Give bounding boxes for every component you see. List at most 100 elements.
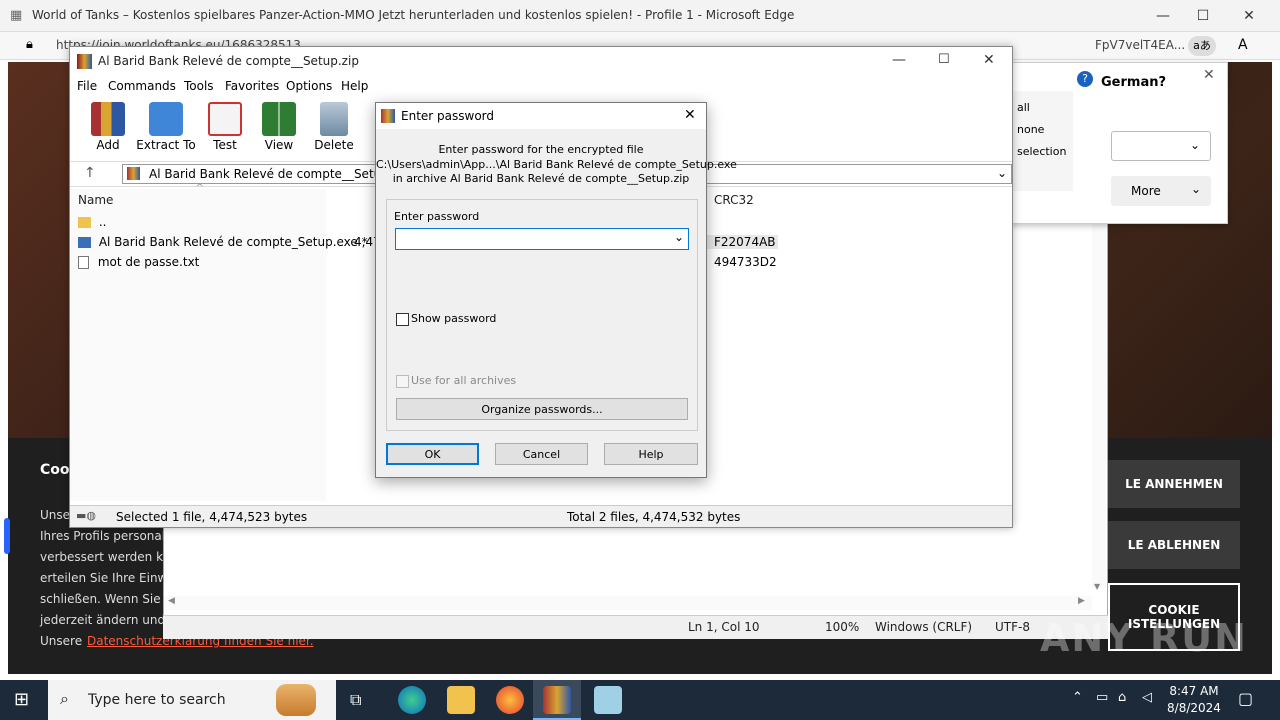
menu-favorites[interactable]: Favorites [225, 79, 279, 93]
winrar-minimize-button[interactable]: — [892, 52, 906, 68]
selection-option[interactable]: selection [1017, 145, 1066, 158]
book-icon [262, 102, 296, 136]
scroll-right-icon[interactable]: ▶ [1078, 596, 1085, 606]
path-text: Al Barid Bank Relevé de compte__Setup.zi… [149, 167, 410, 181]
volume-icon[interactable]: ◁ [1142, 690, 1152, 705]
select-none-option[interactable]: none [1017, 123, 1044, 136]
add-label: Add [96, 138, 120, 152]
edge-window-title: World of Tanks – Kostenlos spielbares Pa… [32, 8, 795, 22]
maximize-button[interactable]: ☐ [1180, 0, 1226, 32]
winrar-maximize-button[interactable]: ☐ [938, 52, 950, 67]
show-password-label: Show password [411, 312, 497, 325]
archive-icon [127, 167, 140, 180]
menu-help[interactable]: Help [341, 79, 368, 93]
password-field-label: Enter password [394, 210, 480, 223]
add-button[interactable]: Add [78, 102, 138, 152]
cancel-button[interactable]: Cancel [495, 443, 588, 465]
column-header-crc[interactable]: CRC32 [714, 193, 754, 207]
windows-start-icon[interactable]: ⊞ [14, 689, 29, 710]
drive-icon: ▬◍ [76, 509, 96, 522]
exe-icon [78, 237, 91, 248]
notepad-scrollbar[interactable]: ▲ ▼ [1092, 208, 1106, 591]
file-name: mot de passe.txt [97, 255, 200, 269]
chevron-down-icon: ⌄ [1190, 138, 1201, 152]
test-label: Test [213, 138, 237, 152]
use-for-all-label: Use for all archives [411, 374, 517, 387]
help-icon[interactable]: ? [1077, 71, 1093, 87]
up-arrow-icon[interactable]: ↑ [84, 165, 96, 181]
reject-cookies-button[interactable]: LE ABLEHNEN [1108, 521, 1240, 569]
password-group: Enter password ⌄ Show password Use for a… [386, 199, 698, 431]
ok-button[interactable]: OK [386, 443, 479, 465]
url-tail-text: FpV7velT4EA... [1095, 38, 1186, 52]
notepad-h-scrollbar[interactable]: ◀ ▶ [164, 596, 1092, 610]
menu-options[interactable]: Options [286, 79, 332, 93]
winrar-close-button[interactable]: ✕ [983, 52, 995, 68]
menu-tools[interactable]: Tools [184, 79, 214, 93]
file-name: .. [98, 215, 107, 229]
close-button[interactable]: ✕ [1226, 0, 1272, 32]
dialog-close-button[interactable]: ✕ [684, 107, 696, 123]
extract-to-label: Extract To [136, 138, 196, 152]
accent-marker [4, 518, 10, 554]
extract-to-button[interactable]: Extract To [136, 102, 196, 152]
password-dialog-title-bar: Enter password ✕ [376, 103, 706, 129]
password-input[interactable]: ⌄ [395, 228, 689, 250]
edge-taskbar-icon[interactable] [398, 686, 426, 714]
network-icon[interactable]: ▭ [1096, 690, 1108, 705]
text-size-icon[interactable]: A [1238, 37, 1248, 53]
selection-panel: all none selection [1011, 91, 1073, 191]
show-password-checkbox[interactable] [396, 313, 409, 326]
cat-image-icon [276, 684, 316, 716]
status-selected: Selected 1 file, 4,474,523 bytes [116, 510, 308, 524]
taskbar-clock[interactable]: 8:47 AM 8/8/2024 [1164, 683, 1224, 717]
organize-passwords-button[interactable]: Organize passwords... [396, 398, 688, 420]
info-line-2: C:\Users\admin\App...\Al Barid Bank Rele… [376, 158, 737, 171]
info-line-3: in archive Al Barid Bank Relevé de compt… [392, 172, 690, 185]
chevron-down-icon[interactable]: ⌄ [674, 230, 684, 244]
accept-cookies-button[interactable]: LE ANNEHMEN [1108, 460, 1240, 508]
search-placeholder: Type here to search [88, 692, 226, 708]
firefox-taskbar-icon[interactable] [496, 686, 524, 714]
file-crc: 494733D2 [714, 255, 777, 269]
scroll-left-icon[interactable]: ◀ [168, 596, 175, 606]
chevron-up-icon[interactable]: ⌃ [1072, 690, 1083, 705]
more-button[interactable]: More ⌄ [1111, 176, 1211, 206]
use-for-all-checkbox[interactable] [396, 375, 409, 388]
test-button[interactable]: Test [195, 102, 255, 152]
translate-close-icon[interactable]: ✕ [1203, 67, 1215, 83]
clock-date: 8/8/2024 [1167, 701, 1221, 715]
notepad-taskbar-icon[interactable] [594, 686, 622, 714]
view-button[interactable]: View [249, 102, 309, 152]
clipboard-check-icon [208, 102, 242, 136]
folder-icon [149, 102, 183, 136]
select-all-option[interactable]: all [1017, 101, 1030, 114]
line-ending: Windows (CRLF) [875, 620, 973, 634]
cookie-text-line: verbessert werden kan [40, 550, 178, 564]
file-row-parent[interactable]: .. [78, 215, 106, 233]
text-file-icon [78, 256, 89, 269]
winrar-title: Al Barid Bank Relevé de compte__Setup.zi… [98, 54, 359, 68]
winrar-taskbar-button[interactable] [533, 680, 581, 720]
taskbar-search[interactable]: ⌕ Type here to search [48, 680, 336, 720]
more-label: More [1131, 184, 1161, 198]
explorer-taskbar-icon[interactable] [447, 686, 475, 714]
scroll-down-icon[interactable]: ▼ [1094, 582, 1100, 591]
task-view-icon[interactable]: ⧉ [350, 690, 361, 710]
delete-button[interactable]: Delete [304, 102, 364, 152]
chevron-down-icon[interactable]: ⌄ [997, 166, 1007, 180]
cookie-text-line: schließen. Wenn Sie a [40, 592, 172, 606]
password-dialog-title: Enter password [401, 109, 494, 123]
cookie-text-line: Unsere [40, 634, 83, 648]
reject-label: LE ABLEHNEN [1127, 538, 1221, 552]
lock-icon: 🔒︎ [26, 37, 33, 52]
wifi-icon[interactable]: ⌂ [1118, 690, 1126, 705]
read-aloud-button[interactable]: aあ [1188, 36, 1216, 56]
column-header-name[interactable]: Name [78, 193, 113, 207]
menu-file[interactable]: File [77, 79, 97, 93]
language-select[interactable]: ⌄ [1111, 131, 1211, 161]
help-button[interactable]: Help [604, 443, 698, 465]
menu-commands[interactable]: Commands [108, 79, 176, 93]
chevron-down-icon: ⌄ [1191, 182, 1202, 196]
notification-icon[interactable]: ▢ [1238, 689, 1253, 708]
